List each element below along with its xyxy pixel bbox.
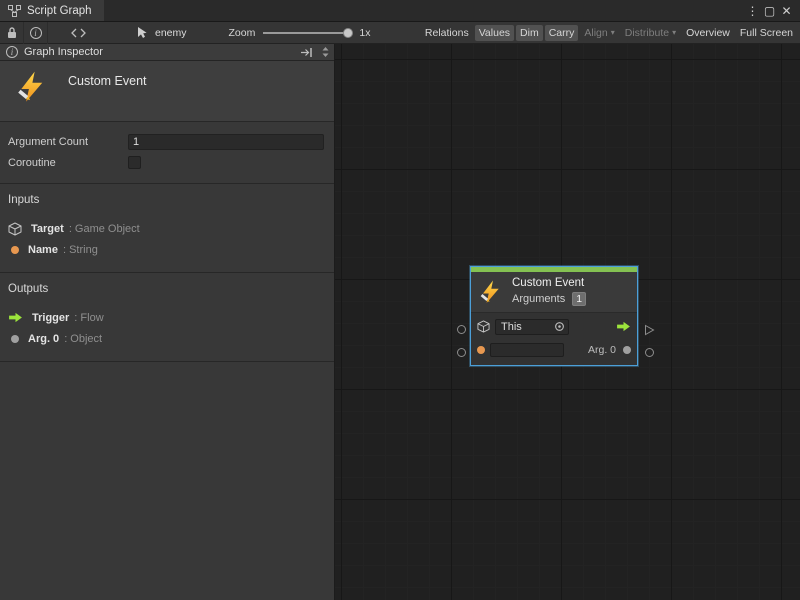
window-controls: ⋮ ▢ ✕ [744, 0, 800, 21]
coroutine-checkbox[interactable] [128, 156, 141, 169]
graph-inspector-panel: i Graph Inspector [0, 44, 335, 600]
scrub-arrows-icon[interactable] [321, 46, 330, 58]
zoom-slider[interactable] [263, 28, 351, 38]
graph-canvas[interactable]: Custom Event Arguments 1 This [335, 44, 800, 600]
port-row-target: Target : Game Object [8, 218, 324, 239]
info-icon: i [30, 27, 42, 39]
inputs-heading: Inputs [8, 194, 324, 206]
tab-script-graph[interactable]: Script Graph [0, 0, 104, 21]
chevron-down-icon: ▾ [672, 29, 676, 37]
inspect-toggle-button[interactable]: i [24, 22, 48, 44]
node-value-row: Arg. 0 [477, 341, 631, 358]
custom-event-icon [16, 71, 48, 103]
code-brackets-icon [71, 28, 86, 38]
menu-icon[interactable]: ⋮ [744, 1, 761, 21]
zoom-control: Zoom 1x [229, 27, 371, 39]
node-header-text: Custom Event Arguments 1 [512, 277, 586, 306]
inspector-empty-area [0, 362, 334, 600]
values-button[interactable]: Values [475, 25, 514, 41]
argument-count-label: Argument Count [8, 136, 128, 148]
target-dropdown-value: This [501, 321, 522, 333]
distribute-dropdown[interactable]: Distribute ▾ [621, 25, 680, 41]
title-bar: Script Graph ⋮ ▢ ✕ [0, 0, 800, 22]
cursor-icon [136, 26, 149, 39]
node-arguments-row: Arguments 1 [512, 292, 586, 306]
graph-toolbar: i enemy Zoom 1x Relations [0, 22, 800, 44]
zoom-value: 1x [359, 27, 370, 39]
cube-icon [8, 222, 22, 236]
titlebar-spacer [104, 0, 744, 21]
target-dropdown[interactable]: This [495, 319, 569, 335]
close-icon[interactable]: ✕ [778, 1, 795, 21]
name-value-input[interactable] [490, 343, 564, 357]
external-flow-in-port[interactable] [457, 325, 466, 334]
outputs-heading: Outputs [8, 283, 324, 295]
lock-icon [6, 26, 18, 39]
main-area: i Graph Inspector [0, 44, 800, 600]
cube-icon [477, 320, 490, 333]
inputs-section: Inputs Target : Game Object Name : Strin… [0, 184, 334, 273]
arg0-label: Arg. 0 [588, 344, 616, 356]
unit-fields: Argument Count Coroutine [0, 122, 334, 184]
argument-count-row: Argument Count [8, 131, 324, 152]
inspector-title: Graph Inspector [24, 46, 103, 58]
dock-panel-icon[interactable] [300, 47, 313, 58]
port-row-name: Name : String [8, 239, 324, 260]
arguments-label: Arguments [512, 293, 565, 305]
port-row-arg0: Arg. 0 : Object [8, 328, 324, 349]
script-graph-icon [8, 5, 21, 17]
flow-arrow-icon[interactable] [616, 321, 631, 332]
node-flow-row: This [477, 318, 631, 335]
coroutine-label: Coroutine [8, 157, 128, 169]
custom-event-node[interactable]: Custom Event Arguments 1 This [470, 266, 638, 366]
lock-button[interactable] [0, 22, 24, 44]
edit-script-button[interactable] [66, 22, 90, 44]
arguments-count-field[interactable]: 1 [572, 292, 586, 306]
argument-count-input[interactable] [128, 134, 324, 150]
node-body: This [471, 312, 637, 365]
unit-header: Custom Event [0, 61, 334, 122]
external-value-in-port[interactable] [457, 348, 466, 357]
outputs-section: Outputs Trigger : Flow Arg. 0 : Object [0, 273, 334, 362]
node-header[interactable]: Custom Event Arguments 1 [471, 272, 637, 312]
full-screen-button[interactable]: Full Screen [736, 25, 797, 41]
zoom-slider-track [263, 32, 351, 34]
string-port-icon [11, 246, 19, 254]
node-title: Custom Event [512, 277, 586, 289]
overview-button[interactable]: Overview [682, 25, 734, 41]
unit-title: Custom Event [68, 74, 147, 88]
zoom-label: Zoom [229, 27, 256, 39]
external-flow-out-port[interactable] [644, 324, 655, 336]
graph-name: enemy [155, 27, 187, 39]
align-dropdown[interactable]: Align ▾ [580, 25, 618, 41]
maximize-icon[interactable]: ▢ [761, 1, 778, 21]
string-port-icon[interactable] [477, 346, 485, 354]
dim-button[interactable]: Dim [516, 25, 543, 41]
tab-label: Script Graph [27, 5, 92, 17]
info-icon: i [6, 46, 18, 58]
toolbar-right-group: Relations Values Dim Carry Align ▾ Distr… [421, 25, 800, 41]
external-value-out-port[interactable] [645, 348, 654, 357]
object-port-icon[interactable] [623, 346, 631, 354]
object-picker-icon[interactable] [554, 321, 565, 332]
inspector-header: i Graph Inspector [0, 44, 334, 61]
coroutine-row: Coroutine [8, 152, 324, 173]
carry-button[interactable]: Carry [545, 25, 579, 41]
object-port-icon [11, 335, 19, 343]
chevron-down-icon: ▾ [611, 29, 615, 37]
relations-button[interactable]: Relations [421, 25, 473, 41]
zoom-slider-handle[interactable] [343, 28, 353, 38]
current-graph-indicator[interactable]: enemy [136, 26, 187, 39]
port-row-trigger: Trigger : Flow [8, 307, 324, 328]
unity-script-graph-window: Script Graph ⋮ ▢ ✕ i [0, 0, 800, 600]
custom-event-icon [479, 280, 503, 304]
flow-arrow-icon [8, 312, 23, 323]
